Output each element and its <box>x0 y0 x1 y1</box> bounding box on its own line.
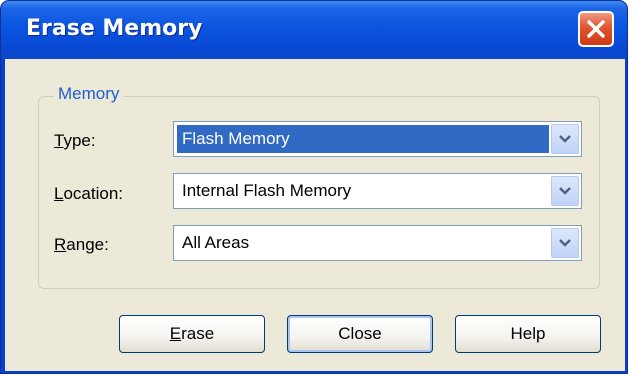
location-select[interactable]: Internal Flash Memory <box>173 173 582 209</box>
chevron-down-icon <box>559 135 571 143</box>
title-bar[interactable]: Erase Memory <box>1 1 627 59</box>
close-icon <box>587 20 605 38</box>
erase-memory-dialog: Erase Memory Memory Type: Flash Memory L… <box>0 0 628 374</box>
type-label: Type: <box>54 131 96 150</box>
close-window-button[interactable] <box>578 11 614 47</box>
location-select-value: Internal Flash Memory <box>182 181 352 200</box>
location-dropdown-button[interactable] <box>551 176 579 206</box>
chevron-down-icon <box>559 239 571 247</box>
range-label: Range: <box>54 235 109 254</box>
type-select[interactable]: Flash Memory <box>173 121 582 157</box>
dialog-title: Erase Memory <box>26 16 203 41</box>
type-dropdown-button[interactable] <box>551 124 579 154</box>
range-select[interactable]: All Areas <box>173 225 582 261</box>
chevron-down-icon <box>559 187 571 195</box>
type-select-value: Flash Memory <box>177 125 549 153</box>
dialog-body: Memory Type: Flash Memory Location: Inte… <box>5 59 625 371</box>
help-button[interactable]: Help <box>455 315 601 353</box>
range-dropdown-button[interactable] <box>551 228 579 258</box>
range-select-value: All Areas <box>182 233 250 252</box>
memory-group-label: Memory <box>54 84 124 104</box>
erase-button[interactable]: Erase <box>119 315 265 353</box>
close-button[interactable]: Close <box>287 315 433 353</box>
location-label: Location: <box>54 184 124 203</box>
